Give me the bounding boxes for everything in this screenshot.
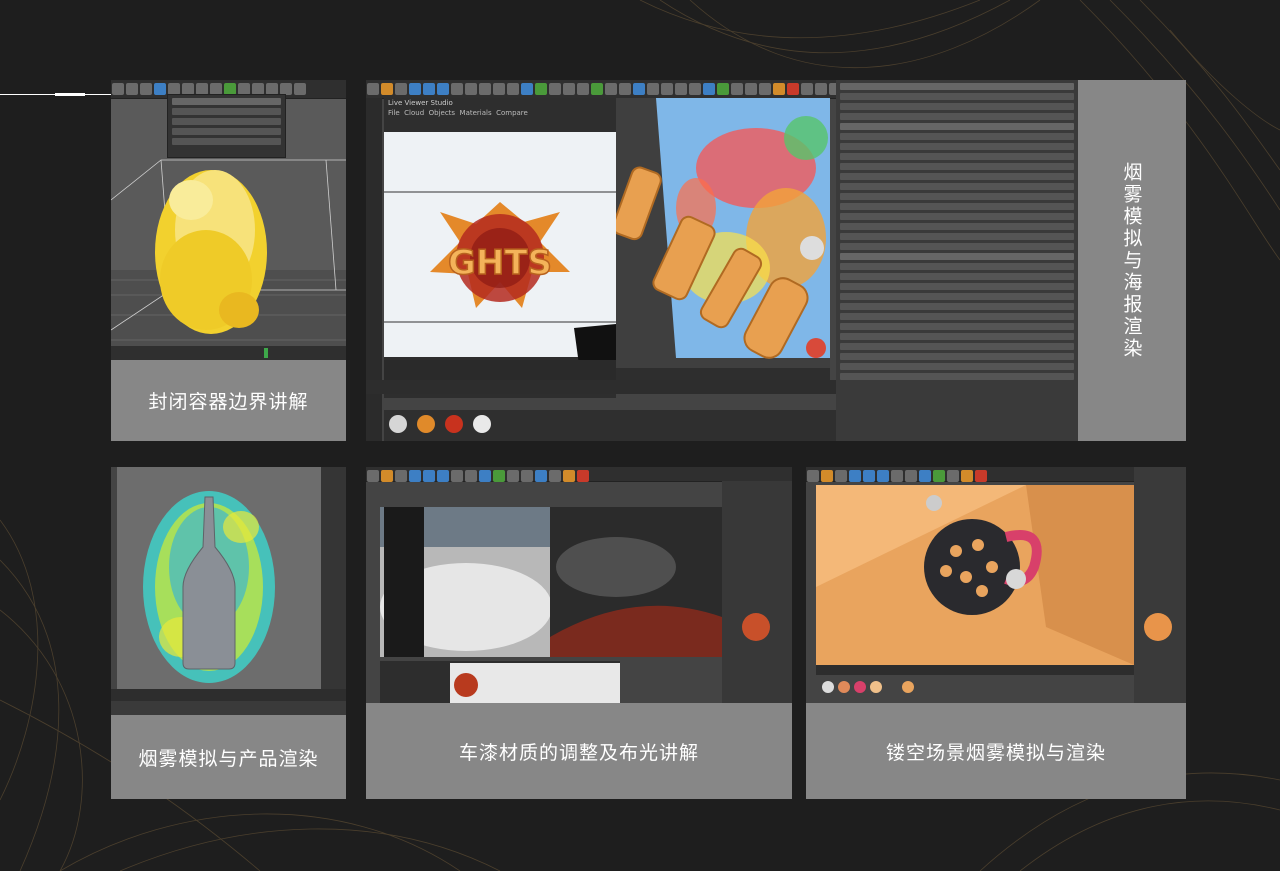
object-manager-panel	[836, 80, 1078, 441]
menu-materials[interactable]: Materials	[460, 109, 492, 117]
poster-title: GHTS	[448, 243, 552, 283]
tile-hollow-scene[interactable]: 镂空场景烟雾模拟与渲染	[806, 467, 1186, 799]
screenshot-smoke-product	[111, 467, 346, 715]
viewport-ghts-render	[616, 98, 830, 388]
menu-compare[interactable]: Compare	[496, 109, 528, 117]
caption-smoke-poster: 烟雾模拟与海报渲染	[1078, 80, 1186, 441]
caption-container-boundary: 封闭容器边界讲解	[111, 360, 346, 441]
decorative-line-thin	[0, 94, 55, 95]
menu-objects[interactable]: Objects	[429, 109, 455, 117]
screenshot-container-boundary	[111, 80, 346, 360]
viewport-car-render	[380, 481, 792, 703]
screenshot-car-paint	[366, 467, 792, 703]
caption-car-paint: 车漆材质的调整及布光讲解	[366, 703, 792, 799]
live-viewer-title: Live Viewer Studio	[388, 99, 453, 107]
live-viewer-window: Live Viewer Studio File Cloud Objects Ma…	[384, 98, 616, 398]
object-menu-popup[interactable]	[167, 94, 286, 158]
screenshot-smoke-poster: Live Viewer Studio File Cloud Objects Ma…	[366, 80, 1078, 441]
caption-smoke-product: 烟雾模拟与产品渲染	[111, 715, 346, 799]
material-swatches	[389, 415, 491, 433]
tile-container-boundary[interactable]: 封闭容器边界讲解	[111, 80, 346, 441]
viewport-hollow-render	[816, 467, 1186, 703]
live-viewer-menu: File Cloud Objects Materials Compare	[384, 108, 616, 118]
menu-file[interactable]: File	[388, 109, 400, 117]
poster-render: GHTS	[384, 132, 616, 392]
menu-cloud[interactable]: Cloud	[404, 109, 424, 117]
timeline-bar[interactable]	[366, 380, 836, 394]
decorative-line-thin-right	[85, 94, 111, 95]
tile-smoke-poster[interactable]: Live Viewer Studio File Cloud Objects Ma…	[366, 80, 1186, 441]
caption-hollow-scene: 镂空场景烟雾模拟与渲染	[806, 703, 1186, 799]
material-bar	[384, 410, 836, 441]
decorative-line-thick	[55, 93, 85, 96]
screenshot-hollow-scene	[806, 467, 1186, 703]
tile-car-paint[interactable]: 车漆材质的调整及布光讲解	[366, 467, 792, 799]
viewport-bottle-render	[111, 467, 346, 715]
tile-smoke-product[interactable]: 烟雾模拟与产品渲染	[111, 467, 346, 799]
material-swatches	[822, 681, 914, 693]
